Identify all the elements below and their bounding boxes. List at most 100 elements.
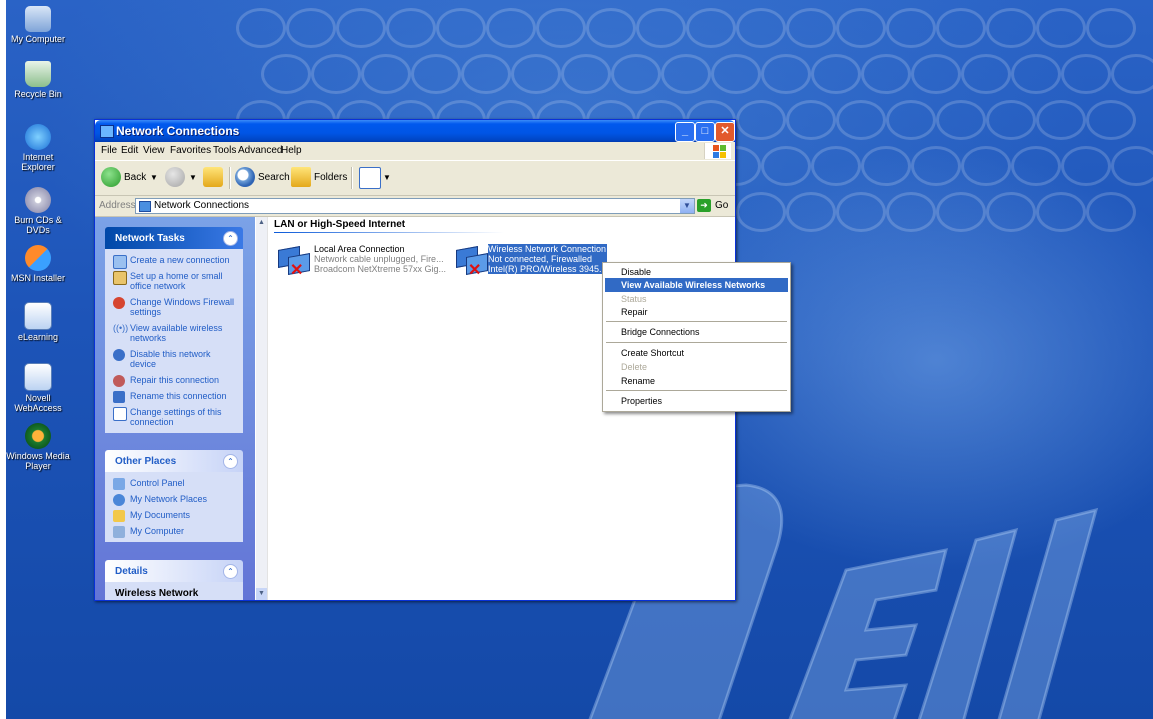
place-my-network-places[interactable]: My Network Places <box>113 494 237 506</box>
menu-help[interactable]: Help <box>281 145 302 156</box>
toolbar: Back ▼ ▼ Search Folders ▼ <box>95 161 735 196</box>
minimize-button[interactable]: _ <box>675 122 695 142</box>
menu-view[interactable]: View <box>143 145 165 156</box>
task-disable-device[interactable]: Disable this network device <box>113 349 237 369</box>
disable-device-icon <box>113 349 125 361</box>
menu-item-view-available-wireless-networks[interactable]: View Available Wireless Networks <box>605 278 788 292</box>
wallpaper-bubble <box>461 54 511 94</box>
desktop-icon-my-computer[interactable]: My Computer <box>6 6 70 44</box>
task-pane: Network Tasks ⌃ Create a new connection … <box>95 217 255 600</box>
menu-item-disable[interactable]: Disable <box>605 265 788 279</box>
back-dropdown-icon[interactable]: ▼ <box>150 167 158 189</box>
wallpaper-bubble <box>986 100 1036 140</box>
wallpaper-bubble <box>1086 192 1136 232</box>
wallpaper-bubble <box>761 146 811 186</box>
network-tasks-panel: Network Tasks ⌃ Create a new connection … <box>105 227 243 433</box>
address-label: Address <box>99 200 136 211</box>
maximize-button[interactable]: □ <box>695 122 715 142</box>
menu-item-repair[interactable]: Repair <box>605 305 788 319</box>
desktop-icon-elearning[interactable]: eLearning <box>6 302 70 342</box>
network-places-icon <box>113 494 125 506</box>
details-header[interactable]: Details ⌃ <box>105 560 243 582</box>
back-arrow-icon[interactable] <box>101 167 121 187</box>
wallpaper-bubble <box>886 192 936 232</box>
wallpaper-bubble <box>586 8 636 48</box>
menu-tools[interactable]: Tools <box>213 145 236 156</box>
menu-item-rename[interactable]: Rename <box>605 374 788 388</box>
wallpaper-bubble <box>786 192 836 232</box>
title-bar[interactable]: Network Connections _ □ ✕ <box>95 120 735 142</box>
network-tasks-header[interactable]: Network Tasks ⌃ <box>105 227 243 249</box>
task-home-network[interactable]: Set up a home or small office network <box>113 271 237 291</box>
menu-edit[interactable]: Edit <box>121 145 138 156</box>
group-header: LAN or High-Speed Internet <box>274 219 406 230</box>
desktop-icon-msn-installer[interactable]: MSN Installer <box>6 245 70 283</box>
menu-file[interactable]: File <box>101 145 117 156</box>
menu-item-bridge-connections[interactable]: Bridge Connections <box>605 325 788 339</box>
desktop-icon-internet-explorer[interactable]: Internet Explorer <box>6 124 70 172</box>
media-player-icon <box>25 423 51 449</box>
msn-butterfly-icon <box>25 245 51 271</box>
wallpaper-bubble <box>1111 146 1153 186</box>
menu-separator <box>606 390 787 391</box>
go-button[interactable]: ➜ Go <box>697 198 731 213</box>
wireless-icon: ((•)) <box>113 323 129 333</box>
views-icon[interactable] <box>359 167 381 189</box>
menu-item-status: Status <box>621 294 647 304</box>
menu-advanced[interactable]: Advanced <box>238 145 282 156</box>
task-firewall-settings[interactable]: Change Windows Firewall settings <box>113 297 237 317</box>
task-change-settings[interactable]: Change settings of this connection <box>113 407 237 427</box>
collapse-icon[interactable]: ⌃ <box>223 231 238 246</box>
wallpaper-bubble <box>411 54 461 94</box>
desktop-icon-recycle-bin[interactable]: Recycle Bin <box>6 61 70 99</box>
wallpaper-bubble <box>786 8 836 48</box>
place-control-panel[interactable]: Control Panel <box>113 478 237 490</box>
wallpaper-bubble <box>1111 54 1153 94</box>
forward-arrow-icon[interactable] <box>165 167 185 187</box>
wallpaper-bubble <box>436 8 486 48</box>
back-button[interactable]: Back <box>124 167 146 189</box>
task-repair-connection[interactable]: Repair this connection <box>113 375 237 387</box>
close-button[interactable]: ✕ <box>715 122 735 142</box>
address-dropdown-icon[interactable]: ▼ <box>680 199 694 213</box>
my-computer-icon <box>25 6 51 32</box>
views-dropdown-icon[interactable]: ▼ <box>383 167 391 189</box>
internet-explorer-icon <box>25 124 51 150</box>
toolbar-separator <box>229 167 231 189</box>
place-my-documents[interactable]: My Documents <box>113 510 237 522</box>
folders-icon[interactable] <box>291 167 311 187</box>
folders-button[interactable]: Folders <box>314 167 347 189</box>
web-page-icon <box>24 302 52 330</box>
desktop-icon-windows-media-player[interactable]: Windows Media Player <box>6 423 70 471</box>
task-view-wireless[interactable]: ((•)) View available wireless networks <box>113 323 237 343</box>
desktop-icon-burn-cds[interactable]: Burn CDs & DVDs <box>6 187 70 235</box>
wallpaper-bubble <box>286 8 336 48</box>
scroll-up-icon[interactable]: ▲ <box>256 217 267 229</box>
task-create-connection[interactable]: Create a new connection <box>113 255 237 269</box>
search-icon[interactable] <box>235 167 255 187</box>
address-input[interactable]: Network Connections ▼ <box>135 198 695 214</box>
wallpaper-bubble <box>1086 100 1136 140</box>
forward-dropdown-icon[interactable]: ▼ <box>189 167 197 189</box>
task-rename-connection[interactable]: Rename this connection <box>113 391 237 403</box>
wallpaper-bubble <box>561 54 611 94</box>
place-my-computer[interactable]: My Computer <box>113 526 237 538</box>
my-computer-icon <box>113 526 125 538</box>
menu-item-properties[interactable]: Properties <box>605 394 788 408</box>
scroll-down-icon[interactable]: ▼ <box>256 588 267 600</box>
go-arrow-icon: ➜ <box>697 199 711 212</box>
up-folder-icon[interactable] <box>203 167 223 187</box>
wallpaper-bubble <box>1036 8 1086 48</box>
menu-item-create-shortcut[interactable]: Create Shortcut <box>605 346 788 360</box>
search-button[interactable]: Search <box>258 167 290 189</box>
collapse-icon[interactable]: ⌃ <box>223 564 238 579</box>
wallpaper-bubble <box>861 146 911 186</box>
menu-favorites[interactable]: Favorites <box>170 145 211 156</box>
menu-separator <box>606 321 787 322</box>
wallpaper-bubble <box>911 146 961 186</box>
vertical-scrollbar[interactable]: ▲ ▼ <box>256 217 268 600</box>
wallpaper-bubble <box>386 8 436 48</box>
collapse-icon[interactable]: ⌃ <box>223 454 238 469</box>
other-places-header[interactable]: Other Places ⌃ <box>105 450 243 472</box>
desktop-icon-novell-webaccess[interactable]: Novell WebAccess <box>6 363 70 413</box>
